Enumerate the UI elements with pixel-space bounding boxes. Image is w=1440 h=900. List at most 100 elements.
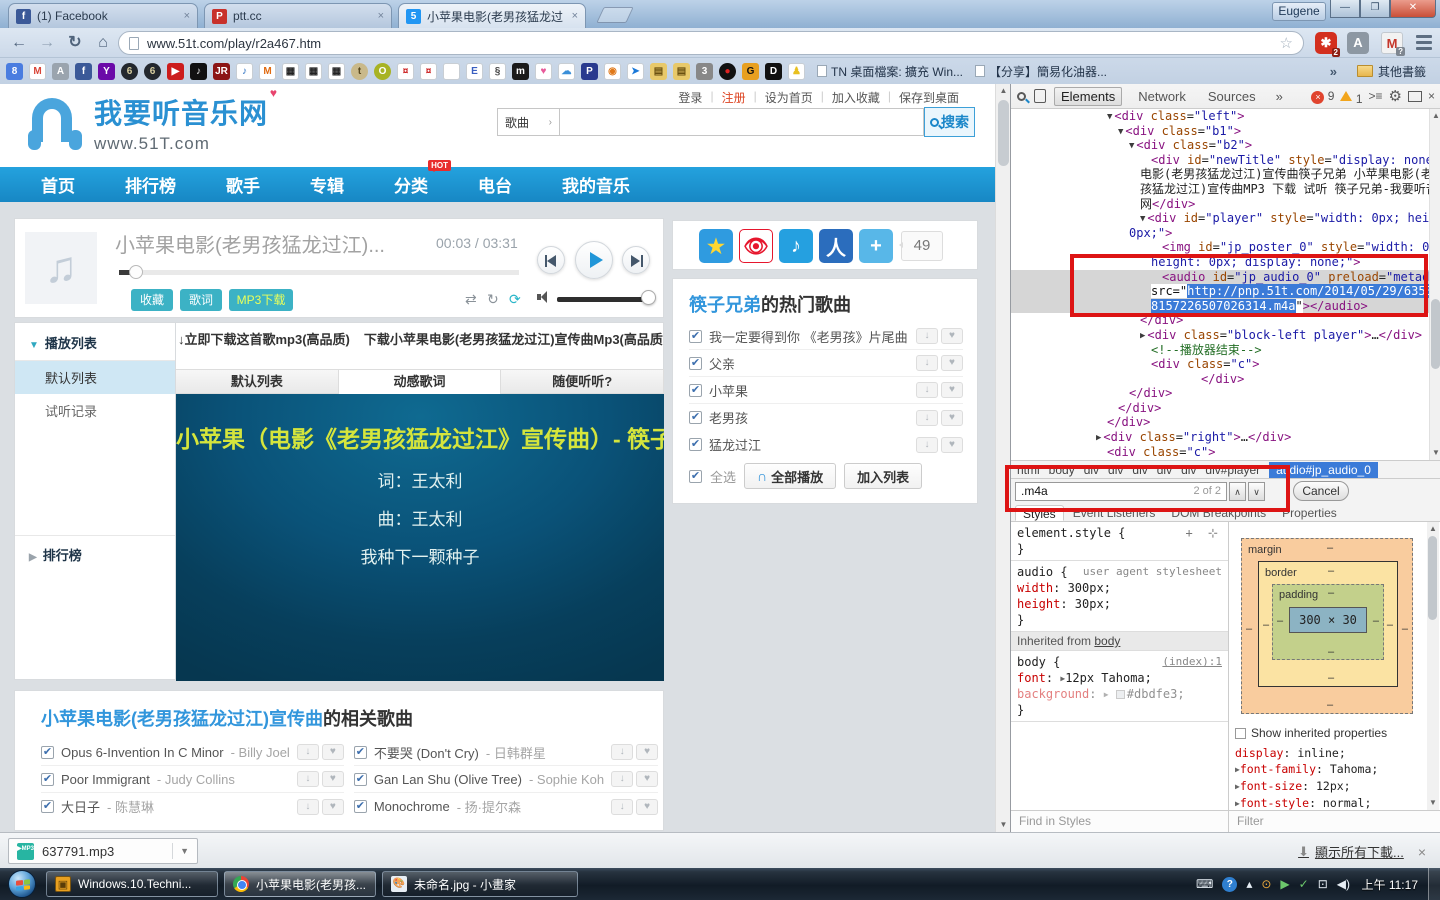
show-desktop-button[interactable] [1428, 868, 1440, 900]
warning-count[interactable]: 1 [1340, 87, 1363, 106]
style-property[interactable]: width: 300px; [1011, 580, 1228, 596]
back-button[interactable]: ← [6, 31, 32, 55]
home-button[interactable]: ⌂ [90, 31, 116, 55]
style-property[interactable]: font: ▶12px Tahoma; [1011, 670, 1228, 686]
share-icon[interactable]: ♪ [779, 229, 813, 263]
site-logo[interactable]: 我要听音乐网 ♥ www.51T.com [26, 86, 277, 154]
bookmark-favicon-icon[interactable]: D [765, 62, 782, 80]
dom-node[interactable]: </div> [1011, 415, 1429, 430]
window-minimize-button[interactable]: — [1330, 0, 1360, 18]
download-song-button[interactable]: ↓ [296, 798, 319, 815]
bookmark-favicon-icon[interactable]: JR [213, 62, 230, 80]
devtools-tab-network[interactable]: Network [1132, 88, 1192, 105]
scrollbar-thumb[interactable] [1428, 536, 1437, 620]
styles-pane[interactable]: element.style {+ ⊹ } audio {user agent s… [1011, 522, 1229, 810]
repeat-icon[interactable]: ↻ [487, 291, 499, 308]
address-bar[interactable]: www.51t.com/play/r2a467.htm ☆ [118, 31, 1304, 55]
dom-node[interactable]: ▶ <div class="block-left player">…</div> [1011, 328, 1429, 343]
scroll-up-arrow[interactable]: ▲ [1430, 109, 1440, 123]
tray-icon[interactable]: ⊙ [1261, 877, 1271, 891]
nav-item[interactable]: 排行榜 [100, 172, 201, 197]
profile-button[interactable]: Eugene [1272, 2, 1326, 21]
song-checkbox[interactable]: ✔ [689, 383, 702, 397]
bookmark-favicon-icon[interactable]: O [374, 62, 391, 80]
favorite-song-button[interactable]: ♥ [321, 798, 344, 815]
box-model-content[interactable]: 300 × 30 [1289, 607, 1367, 633]
dom-node[interactable]: <div class="c"> [1011, 357, 1429, 372]
show-all-downloads-link[interactable]: ⬇ 顯示所有下載... [1298, 842, 1404, 861]
download-dropdown-caret[interactable]: ▼ [172, 843, 189, 859]
bookmark-favicon-icon[interactable]: 3 [696, 62, 713, 80]
stylesheet-link[interactable]: (index):1 [1162, 655, 1222, 668]
url-text[interactable]: www.51t.com/play/r2a467.htm [147, 36, 1272, 51]
filter-input[interactable]: Filter [1229, 811, 1272, 832]
select-all-checkbox[interactable]: ✔ [689, 469, 702, 483]
volume-slider[interactable] [557, 297, 651, 302]
dom-node[interactable]: ▼ <div class="left"> [1011, 109, 1429, 124]
gmail-extension-icon[interactable]: M? [1381, 32, 1405, 56]
download-song-button[interactable]: ↓ [296, 771, 319, 787]
show-inherited-checkbox[interactable] [1235, 727, 1246, 739]
window-close-button[interactable]: ✕ [1390, 0, 1436, 18]
tray-icon[interactable]: ✓ [1299, 877, 1309, 891]
song-checkbox[interactable]: ✔ [41, 772, 54, 786]
volume-icon[interactable] [537, 291, 551, 303]
dom-node[interactable]: ▶ <div class="right">…</div> [1011, 430, 1429, 445]
bookmark-favicon-icon[interactable]: m [512, 62, 529, 80]
box-model-border[interactable]: border – – – – padding – – – – 300 × 30 [1258, 561, 1398, 687]
devtools-tab-sources[interactable]: Sources [1202, 88, 1262, 105]
adblock-extension-icon[interactable]: ✱ 2 [1315, 32, 1340, 57]
download-song-button[interactable]: ↓ [611, 744, 634, 760]
other-bookmarks-folder[interactable]: 其他書籤 [1356, 63, 1426, 80]
song-checkbox[interactable]: ✔ [353, 800, 367, 813]
settings-gear-icon[interactable]: ⚙ [1389, 87, 1402, 105]
dom-node[interactable]: 0px;"> [1011, 226, 1429, 241]
bookmark-favicon-icon[interactable]: G [742, 62, 759, 80]
bookmark-favicon-icon[interactable]: ● [719, 62, 736, 80]
nav-item[interactable]: 分类 HOT [369, 160, 453, 197]
show-inherited-row[interactable]: Show inherited properties [1235, 726, 1435, 740]
search-category-dropdown[interactable]: 歌曲 › [497, 108, 560, 136]
reload-button[interactable]: ↻ [62, 31, 88, 55]
search-icon[interactable] [1017, 91, 1026, 101]
bookmark-favicon-icon[interactable]: f [75, 62, 92, 80]
song-name[interactable]: Opus 6-Invention In C Minor [61, 745, 224, 760]
favorite-song-button[interactable]: ♥ [636, 744, 659, 760]
favorite-song-button[interactable]: ♥ [941, 355, 963, 371]
translate-extension-icon[interactable]: A [1347, 32, 1369, 54]
favorite-song-button[interactable]: ♥ [941, 436, 963, 453]
tray-icon[interactable]: ⌨ [1196, 877, 1213, 891]
dom-node[interactable]: <div id="newTitle" style="display: none;… [1011, 153, 1429, 168]
box-model-padding[interactable]: padding – – – – 300 × 30 [1272, 584, 1384, 660]
bookmark-favicon-icon[interactable]: 8 [6, 62, 23, 80]
play-button[interactable] [575, 241, 613, 279]
bookmark-favicon-icon[interactable]: P [581, 62, 598, 80]
devtools-more-tabs[interactable]: » [1270, 88, 1289, 105]
bookmark-favicon-icon[interactable]: ▦ [328, 62, 345, 80]
add-to-list-button[interactable]: 加入列表 [844, 463, 923, 489]
search-input[interactable] [560, 108, 924, 136]
new-tab-button[interactable] [596, 7, 634, 23]
song-checkbox[interactable]: ✔ [689, 356, 702, 370]
song-name[interactable]: 我一定要得到你 《老男孩》片尾曲 [709, 327, 908, 346]
bookmark-favicon-icon[interactable]: ¤ [420, 62, 437, 80]
top-link[interactable]: 登录 [678, 89, 702, 106]
scroll-up-arrow[interactable]: ▲ [996, 84, 1011, 98]
scroll-down-arrow[interactable]: ▼ [1427, 796, 1439, 810]
dom-node[interactable]: </div> [1011, 386, 1429, 401]
download-song-button[interactable]: ↓ [916, 355, 938, 371]
favorite-button[interactable]: 收藏 [131, 289, 173, 311]
bookmark-favicon-icon[interactable]: ♟ [788, 62, 805, 80]
bookmark-favicon-icon[interactable]: ♪ [236, 62, 253, 80]
shuffle-icon[interactable]: ⇄ [465, 291, 477, 308]
download-item[interactable]: ▶MP3 637791.mp3 ▼ [8, 838, 198, 864]
dom-node[interactable]: ▼ <div class="b1"> [1011, 124, 1429, 139]
bookmark-favicon-icon[interactable]: ▦ [305, 62, 322, 80]
bookmark-favicon-icon[interactable]: ▶ [167, 62, 184, 80]
nav-item[interactable]: 电台 [453, 172, 537, 197]
favorite-song-button[interactable]: ♥ [941, 409, 963, 426]
tray-icon[interactable]: ⊡ [1318, 877, 1328, 891]
download-link[interactable]: 下载小苹果电影(老男孩猛龙过江)宣传曲Mp3(高品质 [364, 332, 663, 347]
download-song-button[interactable]: ↓ [916, 328, 938, 344]
forward-button[interactable]: → [34, 31, 60, 55]
